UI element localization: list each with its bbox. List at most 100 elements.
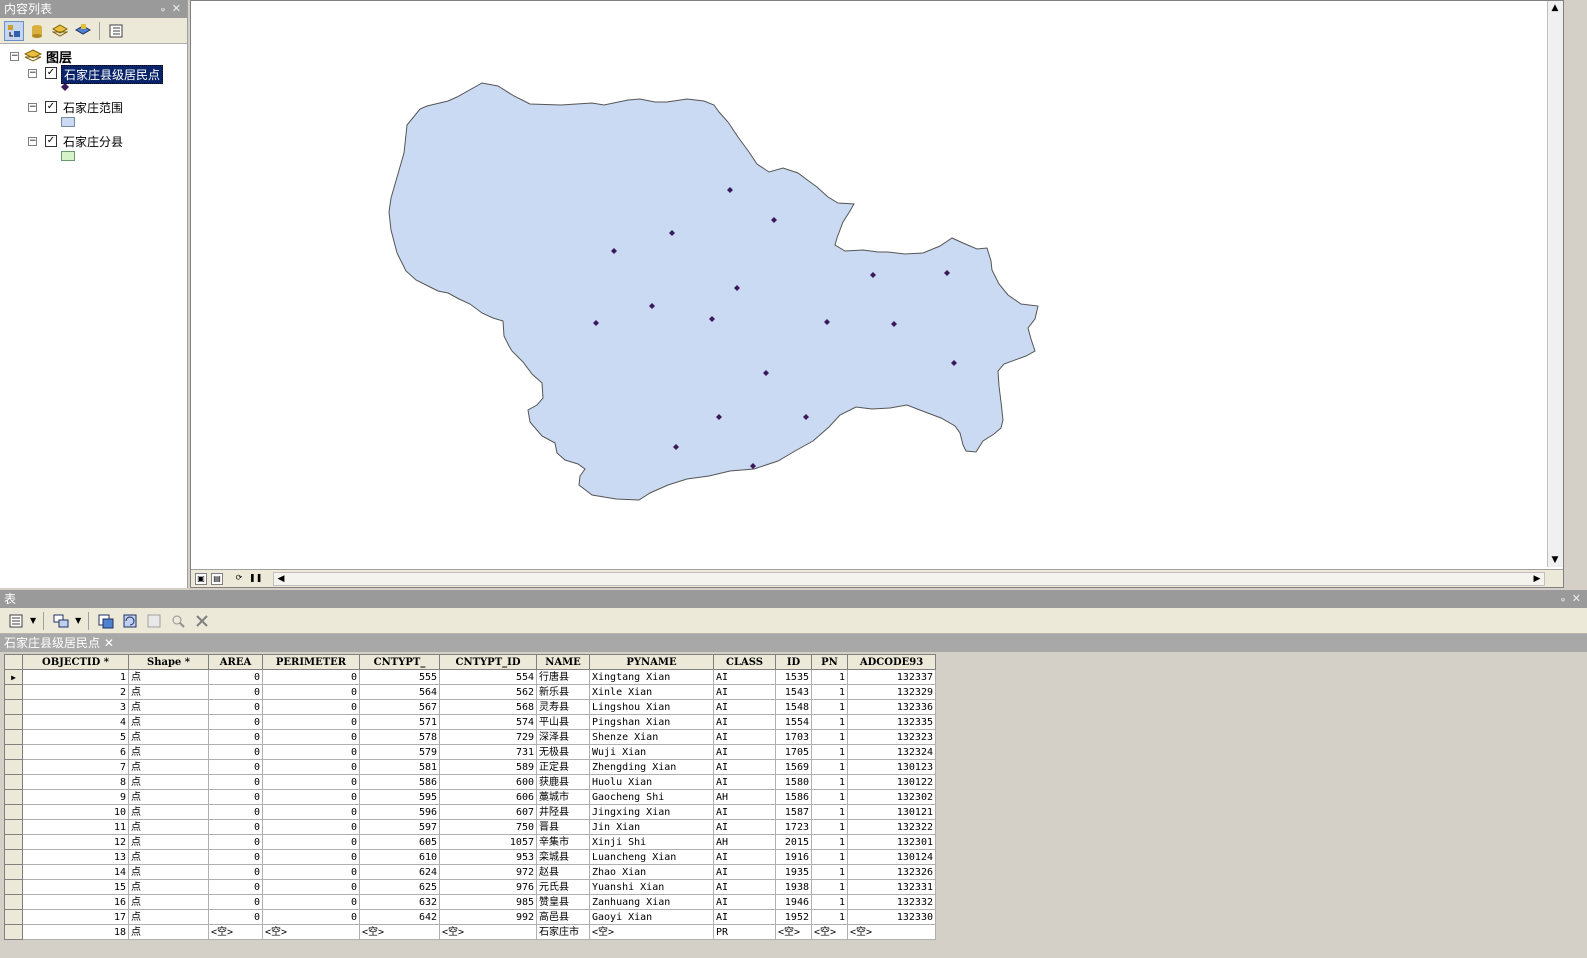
row-selector[interactable] bbox=[4, 849, 23, 865]
table-cell[interactable]: 1535 bbox=[775, 669, 812, 685]
table-cell[interactable]: 1 bbox=[811, 699, 848, 715]
table-cell[interactable]: 点 bbox=[128, 684, 209, 700]
table-cell[interactable]: 0 bbox=[208, 894, 263, 910]
list-by-source-button[interactable] bbox=[27, 21, 47, 41]
table-cell[interactable]: 132335 bbox=[847, 714, 936, 730]
close-icon[interactable]: ✕ bbox=[104, 636, 114, 650]
table-cell[interactable]: 1057 bbox=[439, 834, 537, 850]
table-cell[interactable]: 574 bbox=[439, 714, 537, 730]
table-cell[interactable]: 1586 bbox=[775, 789, 812, 805]
column-header[interactable]: PN bbox=[811, 654, 848, 670]
table-cell[interactable]: 深泽县 bbox=[536, 729, 590, 745]
map-canvas[interactable] bbox=[191, 1, 1548, 567]
table-cell[interactable]: 点 bbox=[128, 699, 209, 715]
table-cell[interactable]: 点 bbox=[128, 864, 209, 880]
table-cell[interactable]: 607 bbox=[439, 804, 537, 820]
table-cell[interactable]: 596 bbox=[359, 804, 440, 820]
table-cell[interactable]: 1703 bbox=[775, 729, 812, 745]
row-selector[interactable] bbox=[4, 804, 23, 820]
table-cell[interactable]: 平山县 bbox=[536, 714, 590, 730]
chevron-down-icon[interactable]: ▼ bbox=[75, 616, 81, 625]
table-cell[interactable]: 1 bbox=[811, 669, 848, 685]
table-cell[interactable]: 1 bbox=[811, 834, 848, 850]
scroll-down-icon[interactable]: ▼ bbox=[1548, 553, 1562, 567]
table-cell[interactable]: 625 bbox=[359, 879, 440, 895]
table-cell[interactable]: <空> bbox=[359, 924, 440, 940]
map-view[interactable]: ▲ ▼ ▣ ▤ ⟳ ❚❚ ◀ ▶ bbox=[190, 0, 1564, 588]
table-cell[interactable]: 0 bbox=[262, 834, 360, 850]
column-header[interactable]: CLASS bbox=[713, 654, 776, 670]
table-cell[interactable]: 灵寿县 bbox=[536, 699, 590, 715]
column-header[interactable]: PERIMETER bbox=[262, 654, 360, 670]
table-cell[interactable]: 130124 bbox=[847, 849, 936, 865]
table-cell[interactable]: 0 bbox=[208, 744, 263, 760]
table-cell[interactable]: Xingtang Xian bbox=[589, 669, 714, 685]
table-cell[interactable]: 132332 bbox=[847, 894, 936, 910]
table-cell[interactable]: 高邑县 bbox=[536, 909, 590, 925]
table-cell[interactable]: 953 bbox=[439, 849, 537, 865]
table-cell[interactable]: 567 bbox=[359, 699, 440, 715]
table-cell[interactable]: Jingxing Xian bbox=[589, 804, 714, 820]
table-cell[interactable]: Wuji Xian bbox=[589, 744, 714, 760]
table-cell[interactable]: 0 bbox=[262, 684, 360, 700]
table-cell[interactable]: 晋县 bbox=[536, 819, 590, 835]
table-cell[interactable]: 972 bbox=[439, 864, 537, 880]
table-cell[interactable]: AI bbox=[713, 699, 776, 715]
table-cell[interactable]: 0 bbox=[208, 819, 263, 835]
table-cell[interactable]: AI bbox=[713, 684, 776, 700]
table-cell[interactable]: 0 bbox=[262, 699, 360, 715]
table-row[interactable]: 15 点 0 0 625 976 元氏县 Yuanshi Xian AI 1938 1 132331 bbox=[4, 879, 936, 895]
table-cell[interactable]: AH bbox=[713, 789, 776, 805]
table-cell[interactable]: <空> bbox=[439, 924, 537, 940]
table-cell[interactable]: 1 bbox=[22, 669, 129, 685]
table-cell[interactable]: Jin Xian bbox=[589, 819, 714, 835]
table-cell[interactable]: 0 bbox=[262, 909, 360, 925]
table-cell[interactable]: 130121 bbox=[847, 804, 936, 820]
table-cell[interactable]: 731 bbox=[439, 744, 537, 760]
table-cell[interactable]: 0 bbox=[208, 729, 263, 745]
table-row[interactable]: 17 点 0 0 642 992 高邑县 Gaoyi Xian AI 1952 1 132330 bbox=[4, 909, 936, 925]
table-cell[interactable]: AI bbox=[713, 894, 776, 910]
table-row[interactable]: 9 点 0 0 595 606 藁城市 Gaocheng Shi AH 1586 1 132302 bbox=[4, 789, 936, 805]
table-cell[interactable]: 0 bbox=[262, 729, 360, 745]
table-cell[interactable]: 栾城县 bbox=[536, 849, 590, 865]
data-view-icon[interactable]: ▣ bbox=[195, 572, 207, 585]
collapse-toggle-layer-2[interactable]: − bbox=[28, 103, 37, 112]
table-cell[interactable]: 610 bbox=[359, 849, 440, 865]
table-cell[interactable]: 6 bbox=[22, 744, 129, 760]
table-cell[interactable]: 132330 bbox=[847, 909, 936, 925]
table-cell[interactable]: 0 bbox=[208, 909, 263, 925]
table-cell[interactable]: AI bbox=[713, 759, 776, 775]
table-cell[interactable]: <空> bbox=[589, 924, 714, 940]
row-selector[interactable] bbox=[4, 909, 23, 925]
row-selector[interactable]: ▶ bbox=[4, 669, 23, 685]
layer-2-checkbox[interactable]: ✓ bbox=[45, 101, 57, 113]
collapse-toggle-layer-1[interactable]: − bbox=[28, 69, 37, 78]
table-cell[interactable]: 石家庄市 bbox=[536, 924, 590, 940]
row-selector[interactable] bbox=[4, 894, 23, 910]
table-cell[interactable]: <空> bbox=[262, 924, 360, 940]
table-cell[interactable]: 0 bbox=[208, 864, 263, 880]
table-cell[interactable]: Shenze Xian bbox=[589, 729, 714, 745]
table-cell[interactable]: 0 bbox=[262, 669, 360, 685]
table-cell[interactable]: 985 bbox=[439, 894, 537, 910]
table-cell[interactable]: 1 bbox=[811, 684, 848, 700]
table-cell[interactable]: 132331 bbox=[847, 879, 936, 895]
table-cell[interactable]: AI bbox=[713, 669, 776, 685]
table-cell[interactable]: Zanhuang Xian bbox=[589, 894, 714, 910]
table-cell[interactable]: 1 bbox=[811, 774, 848, 790]
table-cell[interactable]: 606 bbox=[439, 789, 537, 805]
table-row[interactable]: 11 点 0 0 597 750 晋县 Jin Xian AI 1723 1 132322 bbox=[4, 819, 936, 835]
table-cell[interactable]: AI bbox=[713, 714, 776, 730]
table-cell[interactable]: 点 bbox=[128, 834, 209, 850]
select-by-attributes-button[interactable] bbox=[96, 611, 116, 631]
table-cell[interactable]: 点 bbox=[128, 849, 209, 865]
map-horizontal-scrollbar[interactable]: ◀ ▶ bbox=[273, 572, 1545, 586]
table-cell[interactable]: 点 bbox=[128, 714, 209, 730]
table-cell[interactable]: 点 bbox=[128, 819, 209, 835]
table-cell[interactable]: 点 bbox=[128, 924, 209, 940]
table-cell[interactable]: 8 bbox=[22, 774, 129, 790]
table-cell[interactable]: 581 bbox=[359, 759, 440, 775]
table-cell[interactable]: 5 bbox=[22, 729, 129, 745]
row-selector[interactable] bbox=[4, 729, 23, 745]
